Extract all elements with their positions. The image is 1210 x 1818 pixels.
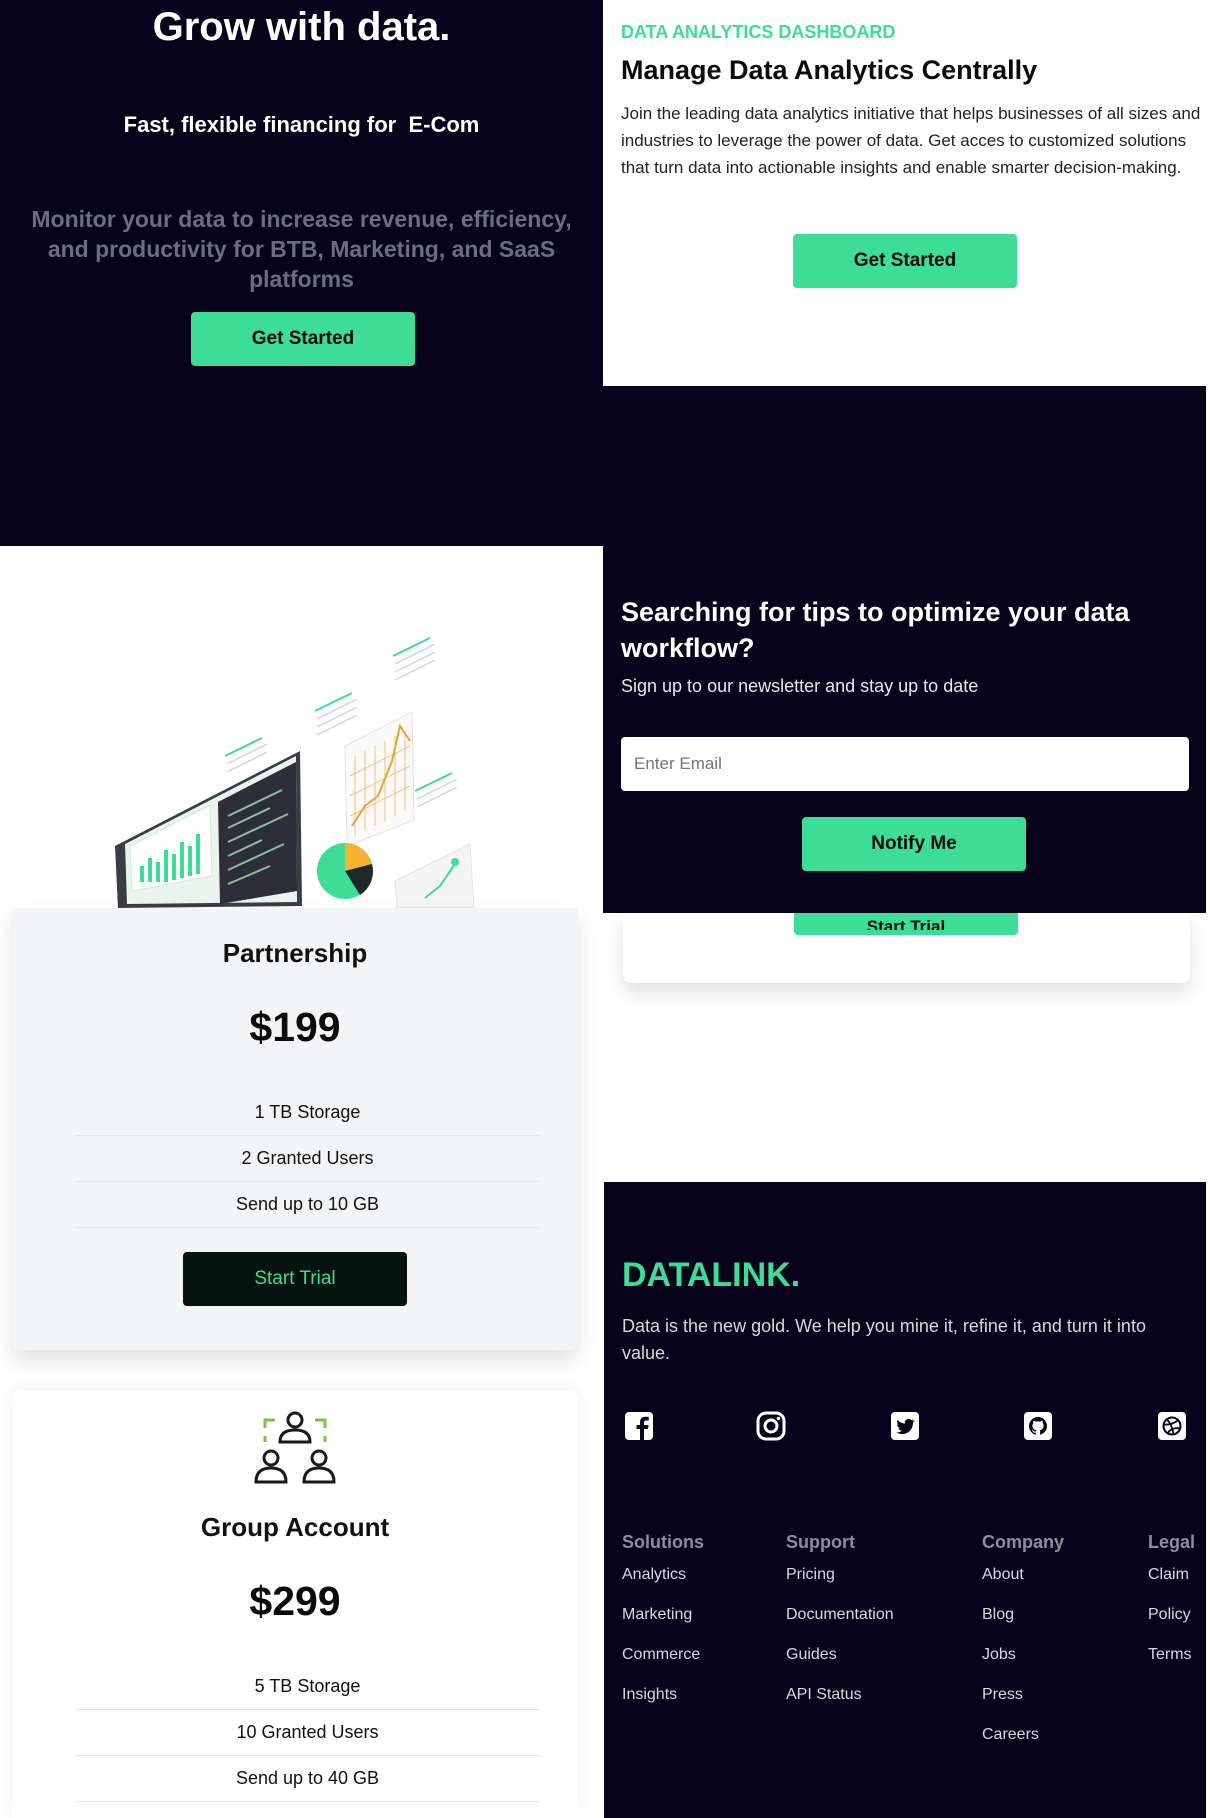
plan-feature: 2 Granted Users (76, 1135, 539, 1182)
data-analytics-illustration (115, 637, 475, 908)
footer-heading-support: Support (786, 1532, 855, 1552)
newsletter-subtitle: Sign up to our newsletter and stay up to… (621, 676, 979, 696)
footer-link-terms[interactable]: Terms (1148, 1646, 1192, 1664)
footer-link-marketing[interactable]: Marketing (622, 1606, 692, 1624)
dashboard-body: Join the leading data analytics initiati… (621, 104, 1201, 177)
plan-feature: Send up to 10 GB (76, 1181, 539, 1228)
plan-feature: 1 TB Storage (76, 1089, 539, 1136)
footer-link-api-status[interactable]: API Status (786, 1686, 862, 1704)
partial-start-trial-label: Start Trial (866, 920, 946, 930)
footer-link-documentation[interactable]: Documentation (786, 1606, 894, 1624)
footer-link-analytics[interactable]: Analytics (622, 1566, 686, 1584)
footer-link-about[interactable]: About (982, 1566, 1024, 1584)
plan-name: Group Account (200, 1512, 390, 1542)
footer-link-commerce[interactable]: Commerce (622, 1646, 700, 1664)
plan-feature: Send up to 40 GB (76, 1755, 539, 1802)
footer-link-insights[interactable]: Insights (622, 1686, 677, 1704)
dribbble-icon[interactable] (1156, 1410, 1188, 1442)
footer-link-jobs[interactable]: Jobs (982, 1646, 1016, 1664)
email-input[interactable] (621, 737, 1189, 791)
footer-link-blog[interactable]: Blog (982, 1606, 1014, 1624)
newsletter-section: Searching for tips to optimize your data… (603, 386, 1206, 913)
dashboard-section: DATA ANALYTICS DASHBOARD Manage Data Ana… (603, 0, 1210, 386)
footer-heading-legal: Legal (1148, 1532, 1196, 1552)
footer-link-policy[interactable]: Policy (1148, 1606, 1191, 1624)
footer-link-claim[interactable]: Claim (1148, 1566, 1189, 1584)
footer-heading-solutions: Solutions (622, 1532, 704, 1552)
footer-link-careers[interactable]: Careers (982, 1726, 1039, 1744)
dashboard-eyebrow: DATA ANALYTICS DASHBOARD (621, 22, 896, 42)
hero-title: Grow with data. (152, 5, 451, 49)
plan-price: $199 (249, 1004, 341, 1050)
plan-name: Partnership (222, 938, 368, 968)
twitter-icon[interactable] (889, 1410, 921, 1442)
footer-link-guides[interactable]: Guides (786, 1646, 837, 1664)
plan-feature: 10 Granted Users (76, 1709, 539, 1756)
hero-subtitle: Fast, flexible financing for E-Com (123, 112, 480, 137)
plan-price: $299 (249, 1578, 341, 1624)
footer-tagline: Data is the new gold. We help you mine i… (622, 1316, 1146, 1363)
github-icon[interactable] (1022, 1410, 1054, 1442)
footer: DATALINK. Data is the new gold. We help … (604, 1182, 1206, 1818)
facebook-icon[interactable] (623, 1410, 655, 1442)
hero-section: Grow with data. Fast, flexible financing… (0, 0, 603, 546)
footer-link-press[interactable]: Press (982, 1686, 1023, 1704)
partial-start-trial-button[interactable]: Start Trial (794, 913, 1018, 935)
group-users-icon (254, 1411, 336, 1484)
hero-get-started-button[interactable]: Get Started (191, 312, 415, 366)
notify-me-button[interactable]: Notify Me (802, 817, 1026, 871)
footer-link-pricing[interactable]: Pricing (786, 1566, 835, 1584)
pricing-card-group-account: Group Account $299 5 TB Storage 10 Grant… (12, 1390, 578, 1818)
pricing-card-partnership: Partnership $199 1 TB Storage 2 Granted … (12, 908, 578, 1350)
footer-brand: DATALINK. (622, 1256, 801, 1294)
dashboard-get-started-button[interactable]: Get Started (793, 234, 1017, 288)
instagram-icon[interactable] (755, 1410, 787, 1442)
footer-heading-company: Company (982, 1532, 1065, 1552)
hero-description: Monitor your data to increase revenue, e… (31, 206, 572, 292)
dashboard-title: Manage Data Analytics Centrally (621, 55, 1038, 85)
plan-feature: 5 TB Storage (76, 1663, 539, 1710)
newsletter-title: Searching for tips to optimize your data… (621, 597, 1130, 663)
start-trial-button[interactable]: Start Trial (183, 1252, 407, 1306)
illustration-section (0, 546, 603, 908)
